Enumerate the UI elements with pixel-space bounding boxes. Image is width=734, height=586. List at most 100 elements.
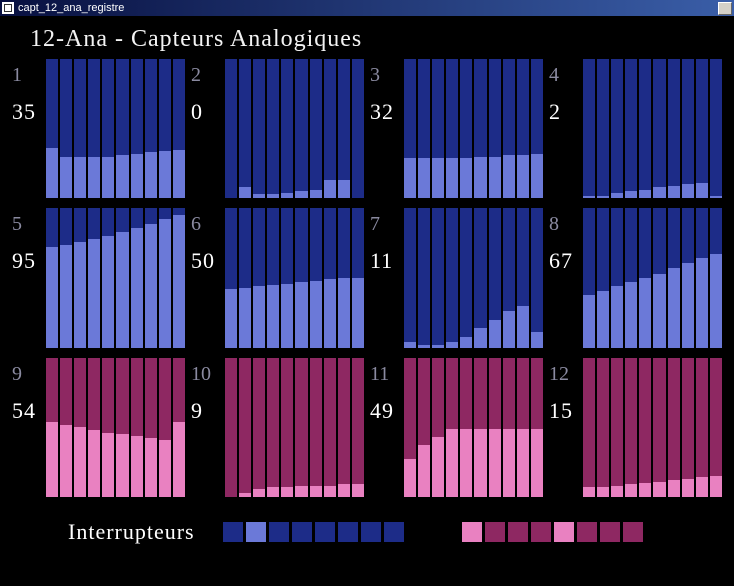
bar bbox=[460, 59, 472, 198]
sensor-index: 7 bbox=[370, 214, 404, 234]
bar bbox=[446, 208, 458, 347]
sensor-index: 8 bbox=[549, 214, 583, 234]
bar bbox=[625, 59, 637, 198]
sensor-value: 11 bbox=[370, 250, 404, 272]
bar bbox=[489, 59, 501, 198]
swatch[interactable] bbox=[292, 522, 312, 542]
swatch[interactable] bbox=[361, 522, 381, 542]
bar bbox=[682, 59, 694, 198]
swatch[interactable] bbox=[600, 522, 620, 542]
swatch-group-right bbox=[462, 522, 643, 542]
bar bbox=[668, 208, 680, 347]
bar bbox=[46, 59, 58, 198]
bar bbox=[474, 59, 486, 198]
bar bbox=[503, 59, 515, 198]
window-icon bbox=[2, 2, 14, 14]
sensor-grid: 135203324259565071186795410911491215 bbox=[12, 59, 722, 497]
bar bbox=[253, 208, 265, 347]
sensor-index: 9 bbox=[12, 364, 46, 384]
bar bbox=[404, 208, 416, 347]
sensor-index: 2 bbox=[191, 65, 225, 85]
bar bbox=[583, 358, 595, 497]
window-button[interactable] bbox=[718, 2, 732, 15]
sensor-chart bbox=[404, 208, 543, 347]
bar bbox=[404, 358, 416, 497]
bar bbox=[531, 59, 543, 198]
bar bbox=[267, 358, 279, 497]
bar bbox=[352, 358, 364, 497]
sensor-cell-1: 135 bbox=[12, 59, 185, 198]
sensor-cell-12: 1215 bbox=[549, 358, 722, 497]
swatch[interactable] bbox=[508, 522, 528, 542]
bar bbox=[338, 208, 350, 347]
sensor-chart bbox=[583, 59, 722, 198]
bar bbox=[432, 208, 444, 347]
bar bbox=[460, 208, 472, 347]
swatch[interactable] bbox=[384, 522, 404, 542]
bar bbox=[460, 358, 472, 497]
bar bbox=[324, 59, 336, 198]
swatch[interactable] bbox=[315, 522, 335, 542]
bar bbox=[418, 208, 430, 347]
bar bbox=[173, 358, 185, 497]
swatch[interactable] bbox=[577, 522, 597, 542]
bar bbox=[583, 59, 595, 198]
sensor-cell-3: 332 bbox=[370, 59, 543, 198]
swatch[interactable] bbox=[554, 522, 574, 542]
sensor-value: 67 bbox=[549, 250, 583, 272]
bar bbox=[696, 59, 708, 198]
swatch[interactable] bbox=[223, 522, 243, 542]
bar bbox=[131, 59, 143, 198]
swatch[interactable] bbox=[531, 522, 551, 542]
bar bbox=[682, 208, 694, 347]
bar bbox=[324, 358, 336, 497]
footer-label: Interrupteurs bbox=[68, 519, 195, 545]
bar bbox=[145, 208, 157, 347]
bar bbox=[446, 59, 458, 198]
bar bbox=[225, 358, 237, 497]
swatch[interactable] bbox=[623, 522, 643, 542]
swatch[interactable] bbox=[462, 522, 482, 542]
bar bbox=[474, 358, 486, 497]
bar bbox=[625, 358, 637, 497]
bar bbox=[116, 358, 128, 497]
bar bbox=[517, 358, 529, 497]
sensor-value: 32 bbox=[370, 101, 404, 123]
bar bbox=[639, 208, 651, 347]
sensor-chart bbox=[225, 358, 364, 497]
bar bbox=[696, 358, 708, 497]
bar bbox=[653, 59, 665, 198]
window-title: capt_12_ana_registre bbox=[18, 2, 124, 14]
bar bbox=[295, 358, 307, 497]
bar bbox=[710, 59, 722, 198]
bar bbox=[102, 358, 114, 497]
sensor-index: 4 bbox=[549, 65, 583, 85]
swatch[interactable] bbox=[246, 522, 266, 542]
bar bbox=[239, 59, 251, 198]
bar bbox=[267, 59, 279, 198]
bar bbox=[74, 358, 86, 497]
bar bbox=[295, 208, 307, 347]
swatch[interactable] bbox=[338, 522, 358, 542]
bar bbox=[639, 59, 651, 198]
bar bbox=[625, 208, 637, 347]
bar bbox=[517, 208, 529, 347]
sensor-cell-11: 1149 bbox=[370, 358, 543, 497]
sensor-chart bbox=[46, 59, 185, 198]
bar bbox=[253, 358, 265, 497]
swatch[interactable] bbox=[485, 522, 505, 542]
bar bbox=[710, 208, 722, 347]
sensor-cell-2: 20 bbox=[191, 59, 364, 198]
bar bbox=[653, 358, 665, 497]
sensor-value: 2 bbox=[549, 101, 583, 123]
bar bbox=[145, 358, 157, 497]
bar bbox=[597, 59, 609, 198]
sensor-chart bbox=[46, 208, 185, 347]
bar bbox=[295, 59, 307, 198]
bar bbox=[239, 208, 251, 347]
sensor-chart bbox=[583, 208, 722, 347]
swatch[interactable] bbox=[269, 522, 289, 542]
bar bbox=[668, 59, 680, 198]
sensor-index: 1 bbox=[12, 65, 46, 85]
sensor-index: 12 bbox=[549, 364, 583, 384]
